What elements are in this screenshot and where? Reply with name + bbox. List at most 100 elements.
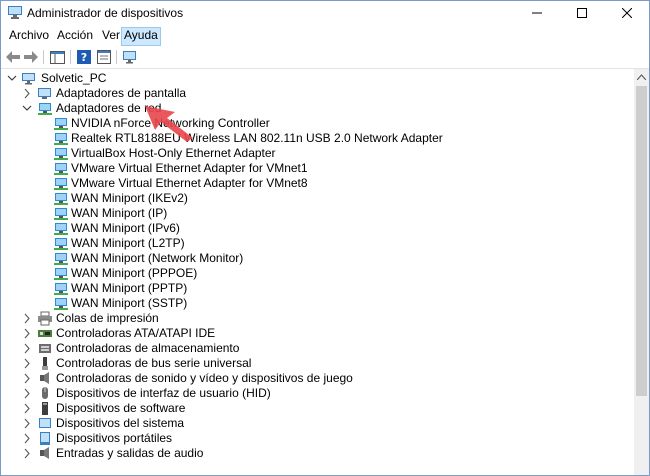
monitor-scan-icon [122, 51, 136, 64]
category-storage-controllers[interactable]: Controladoras de almacenamiento [1, 341, 631, 356]
category-portable-devices[interactable]: Dispositivos portátiles [1, 431, 631, 446]
sound-icon [40, 372, 49, 384]
network-adapter-icon [54, 178, 68, 190]
device-item[interactable]: VMware Virtual Ethernet Adapter for VMne… [1, 161, 631, 176]
display-adapter-icon [38, 88, 51, 99]
device-label: WAN Miniport (Network Monitor) [71, 251, 244, 265]
expand-chevron-icon[interactable] [22, 386, 32, 401]
scrollbar-thumb[interactable] [636, 86, 647, 396]
title-bar: Administrador de dispositivos [1, 1, 649, 25]
computer-icon [22, 73, 35, 85]
category-display-adapters[interactable]: Adaptadores de pantalla [1, 86, 631, 101]
properties-button[interactable] [96, 49, 112, 65]
network-adapter-icon [54, 238, 68, 250]
category-label: Adaptadores de pantalla [56, 86, 187, 100]
toolbar-separator [116, 50, 117, 64]
help-icon: ? [77, 50, 91, 64]
show-hide-console-tree-button[interactable] [49, 49, 65, 65]
device-item[interactable]: VirtualBox Host-Only Ethernet Adapter [1, 146, 631, 161]
toolbar: ? [1, 46, 649, 69]
category-usb-controllers[interactable]: Controladoras de bus serie universal [1, 356, 631, 371]
scan-hardware-button[interactable] [122, 49, 138, 65]
device-label: WAN Miniport (IKEv2) [71, 191, 188, 205]
expand-chevron-icon[interactable] [22, 311, 32, 326]
device-item[interactable]: WAN Miniport (Network Monitor) [1, 251, 631, 266]
device-label: VMware Virtual Ethernet Adapter for VMne… [71, 161, 308, 175]
device-manager-icon [8, 6, 22, 19]
category-label: Controladoras de sonido y vídeo y dispos… [56, 371, 353, 385]
device-label: WAN Miniport (IPv6) [71, 221, 180, 235]
category-label: Dispositivos de interfaz de usuario (HID… [56, 386, 271, 400]
device-item[interactable]: WAN Miniport (IP) [1, 206, 631, 221]
help-button[interactable]: ? [76, 49, 92, 65]
console-tree-icon [49, 50, 65, 64]
network-adapter-icon [54, 118, 68, 130]
ide-controller-icon [38, 330, 52, 337]
network-adapter-icon [54, 283, 68, 295]
print-queue-icon [38, 311, 52, 326]
expand-chevron-icon[interactable] [22, 326, 32, 341]
device-label: WAN Miniport (L2TP) [71, 236, 185, 250]
window-title: Administrador de dispositivos [27, 6, 184, 20]
expand-chevron-icon[interactable] [22, 86, 32, 101]
device-item[interactable]: NVIDIA nForce Networking Controller [1, 116, 631, 131]
device-item[interactable]: WAN Miniport (L2TP) [1, 236, 631, 251]
close-button[interactable] [604, 1, 649, 25]
category-label: Colas de impresión [56, 311, 159, 325]
category-ide-controllers[interactable]: Controladoras ATA/ATAPI IDE [1, 326, 631, 341]
scroll-up-button[interactable] [634, 69, 649, 84]
expand-chevron-icon[interactable] [22, 401, 32, 416]
menu-ver[interactable]: Ver [100, 27, 122, 44]
collapse-chevron-icon[interactable] [22, 101, 32, 116]
usb-controller-icon [42, 357, 48, 370]
vertical-scrollbar[interactable] [634, 69, 649, 475]
device-item[interactable]: WAN Miniport (IPv6) [1, 221, 631, 236]
tree-root[interactable]: Solvetic_PC [1, 71, 631, 86]
device-item[interactable]: WAN Miniport (PPPOE) [1, 266, 631, 281]
expand-chevron-icon[interactable] [22, 431, 32, 446]
menu-archivo[interactable]: Archivo [7, 27, 51, 44]
expand-chevron-icon[interactable] [22, 416, 32, 431]
expand-chevron-icon[interactable] [22, 356, 32, 371]
expand-chevron-icon[interactable] [22, 446, 32, 461]
properties-icon [97, 50, 111, 64]
device-label: WAN Miniport (IP) [71, 206, 168, 220]
collapse-chevron-icon[interactable] [7, 71, 17, 86]
storage-controller-icon [39, 344, 51, 353]
category-hid[interactable]: Dispositivos de interfaz de usuario (HID… [1, 386, 631, 401]
category-audio-io[interactable]: Entradas y salidas de audio [1, 446, 631, 461]
category-sound-video-game[interactable]: Controladoras de sonido y vídeo y dispos… [1, 371, 631, 386]
network-adapter-icon [54, 268, 68, 280]
maximize-button[interactable] [559, 1, 604, 25]
device-tree: Solvetic_PC Adaptadores de pantalla Adap… [1, 69, 634, 475]
menu-ayuda[interactable]: Ayuda [121, 27, 161, 46]
minimize-button[interactable] [514, 1, 559, 25]
forward-button[interactable] [23, 49, 39, 65]
category-label: Controladoras de almacenamiento [56, 341, 240, 355]
device-item[interactable]: WAN Miniport (SSTP) [1, 296, 631, 311]
category-network-adapters[interactable]: Adaptadores de red [1, 101, 631, 116]
device-label: WAN Miniport (SSTP) [71, 296, 188, 310]
category-label: Controladoras de bus serie universal [56, 356, 252, 370]
menu-accion[interactable]: Acción [55, 27, 95, 44]
device-item[interactable]: VMware Virtual Ethernet Adapter for VMne… [1, 176, 631, 191]
back-arrow-icon [6, 51, 20, 63]
back-button[interactable] [5, 49, 21, 65]
device-item[interactable]: WAN Miniport (PPTP) [1, 281, 631, 296]
expand-chevron-icon[interactable] [22, 341, 32, 356]
annotation-arrow [145, 106, 193, 142]
expand-chevron-icon[interactable] [22, 371, 32, 386]
category-system-devices[interactable]: Dispositivos del sistema [1, 416, 631, 431]
device-item[interactable]: WAN Miniport (IKEv2) [1, 191, 631, 206]
hid-icon [42, 387, 48, 399]
category-label: Dispositivos de software [56, 401, 186, 415]
network-adapter-icon [54, 253, 68, 265]
network-adapter-icon [54, 133, 68, 145]
category-software-devices[interactable]: Dispositivos de software [1, 401, 631, 416]
menu-bar: Archivo Acción Ver Ayuda [1, 26, 649, 46]
device-item[interactable]: Realtek RTL8188EU Wireless LAN 802.11n U… [1, 131, 631, 146]
network-adapter-icon [54, 208, 68, 220]
device-label: VirtualBox Host-Only Ethernet Adapter [71, 146, 276, 160]
category-label: Entradas y salidas de audio [56, 446, 204, 460]
category-print-queues[interactable]: Colas de impresión [1, 311, 631, 326]
